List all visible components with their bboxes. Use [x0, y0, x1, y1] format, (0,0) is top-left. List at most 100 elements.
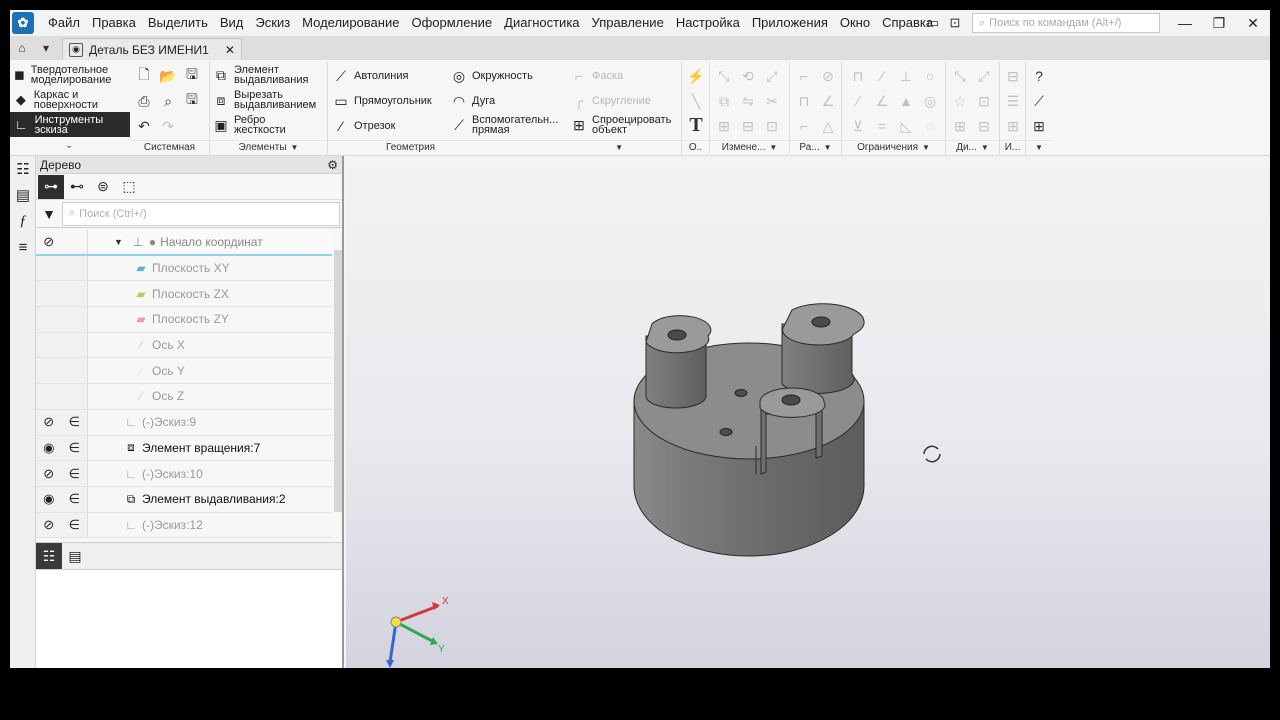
array-icon[interactable]: ⊞	[714, 116, 734, 136]
dimension-icon[interactable]: ⌐	[794, 116, 814, 136]
group-label[interactable]: Геометрия ▼	[328, 140, 681, 154]
build-order-icon[interactable]: ⊷	[64, 175, 90, 199]
screen-capture-icon[interactable]: ⊡	[944, 12, 966, 34]
tree-scrollbar[interactable]	[334, 250, 342, 512]
frame-icon[interactable]: ⊡	[974, 91, 994, 111]
home-icon[interactable]: ⌂	[10, 36, 34, 60]
structure-tree-icon[interactable]: ⊶	[38, 174, 64, 199]
concentric-icon[interactable]: ◎	[920, 91, 940, 111]
star-icon[interactable]: ☆	[950, 91, 970, 111]
minimize-button[interactable]: —	[1168, 10, 1202, 36]
arc-button[interactable]: ◠ Дуга	[450, 92, 495, 110]
collinear-icon[interactable]: ⁄	[848, 91, 868, 111]
tree-row-plane-zx[interactable]: ▰ Плоскость ZX	[36, 281, 332, 308]
rectangle-button[interactable]: ▭ Прямоугольник	[332, 92, 431, 110]
eye-hidden-icon[interactable]: ⊘	[36, 410, 62, 435]
scale-icon[interactable]: ⤢	[762, 66, 782, 86]
tangent-icon[interactable]: ○	[920, 66, 940, 86]
restore-button[interactable]: ❐	[1202, 10, 1236, 36]
tree-row-plane-xy[interactable]: ▰ Плоскость XY	[36, 255, 332, 282]
group-label[interactable]: Ди... ▼	[946, 140, 999, 154]
save-icon[interactable]: 🖫	[182, 66, 202, 86]
properties-tab-icon[interactable]: ▤	[62, 543, 88, 569]
include-icon[interactable]: ∈	[62, 461, 88, 486]
project-object-button[interactable]: ⊞ Спроецировать объект	[570, 115, 682, 136]
category-sketch-tools[interactable]: ∟ Инструменты эскиза	[10, 112, 130, 137]
undo-icon[interactable]: ↶	[134, 116, 154, 136]
coincide-icon[interactable]: ◌	[920, 116, 940, 136]
include-icon[interactable]: ∈	[62, 513, 88, 538]
save-all-icon[interactable]: 🖫	[182, 91, 202, 111]
fillet-button[interactable]: ╭ Скругление	[570, 92, 651, 110]
eye-hidden-icon[interactable]: ⊘	[36, 513, 62, 538]
3d-viewport[interactable]: X Y	[346, 156, 1270, 668]
help-question-icon[interactable]: ?	[1029, 66, 1049, 86]
category-solid-modeling[interactable]: ◼ Твердотельное моделирование	[10, 62, 130, 87]
move-icon[interactable]: ⤡	[714, 66, 734, 86]
group-label[interactable]: Измене... ▼	[710, 140, 789, 154]
tree-row-revolve-7[interactable]: ◉ ∈ ⧈ Элемент вращения:7	[36, 435, 332, 462]
check-icon[interactable]: ⤢	[974, 66, 994, 86]
tree-panel-icon[interactable]: ☷	[10, 156, 36, 182]
parallel-icon[interactable]: ⁄	[872, 66, 892, 86]
menu-diagnostics[interactable]: Диагностика	[498, 10, 585, 36]
autoline-button[interactable]: ⟋ Автолиния	[332, 67, 408, 85]
angle-constraint-icon[interactable]: ∠	[872, 91, 892, 111]
category-wireframe-surfaces[interactable]: ◆ Каркас и поверхности	[10, 87, 130, 112]
tree-row-axis-y[interactable]: ⁄ Ось Y	[36, 358, 332, 385]
include-icon[interactable]: ∈	[62, 487, 88, 512]
tree-row-sketch-10[interactable]: ⊘ ∈ ∟ (-)Эскиз:10	[36, 461, 332, 487]
group-label[interactable]: Ра... ▼	[790, 140, 841, 154]
expand-arrow-icon[interactable]: ▼	[114, 237, 123, 247]
extrude-button[interactable]: ⧉ Элемент выдавливания	[212, 65, 324, 86]
window-layout-icon[interactable]: ▭	[922, 12, 944, 34]
offset-icon[interactable]: ⊡	[762, 116, 782, 136]
properties-panel-icon[interactable]: ▤	[10, 182, 36, 208]
tree-row-axis-z[interactable]: ⁄ Ось Z	[36, 384, 332, 410]
tree-row-sketch-9[interactable]: ⊘ ∈ ∟ (-)Эскиз:9	[36, 409, 332, 436]
equal-icon[interactable]: =	[872, 116, 892, 136]
close-tab-icon[interactable]: ✕	[225, 43, 235, 57]
triangle-icon[interactable]: △	[818, 116, 838, 136]
menu-file[interactable]: Файл	[42, 10, 86, 36]
redo-icon[interactable]: ↷	[158, 116, 178, 136]
diagnose-icon[interactable]: ⤡	[950, 66, 970, 86]
deform-icon[interactable]: ⊟	[738, 116, 758, 136]
trace-icon[interactable]: ╲	[686, 91, 706, 111]
symmetry-icon[interactable]: ▲	[896, 91, 916, 111]
tree-search-input[interactable]: ⌕ Поиск (Ctrl+/)	[62, 201, 340, 226]
group-label[interactable]: Элементы ▼	[210, 140, 327, 154]
menu-management[interactable]: Управление	[586, 10, 670, 36]
measure-icon[interactable]: ⟋	[1029, 91, 1049, 111]
info-icon[interactable]: ⊟	[1003, 66, 1023, 86]
group-label[interactable]: Ограничения ▼	[842, 140, 945, 154]
fix-point-icon[interactable]: ⊓	[848, 66, 868, 86]
perpendicular-icon[interactable]: ⊻	[848, 116, 868, 136]
app-logo-icon[interactable]: ✿	[12, 12, 34, 34]
tree-row-plane-zy[interactable]: ▰ Плоскость ZY	[36, 307, 332, 333]
trim-icon[interactable]: ✂	[762, 91, 782, 111]
new-document-icon[interactable]: 🗋	[134, 66, 154, 86]
segment-button[interactable]: ⁄ Отрезок	[332, 117, 396, 135]
rib-button[interactable]: ▣ Ребро жесткости	[212, 115, 304, 136]
menu-drawing[interactable]: Оформление	[405, 10, 498, 36]
cut-extrude-button[interactable]: ⧈ Вырезать выдавливанием	[212, 90, 326, 111]
layers-icon[interactable]: ≡	[10, 234, 36, 260]
menu-window[interactable]: Окно	[834, 10, 876, 36]
lightning-icon[interactable]: ⚡	[686, 66, 706, 86]
selection-frame-icon[interactable]: ⬚	[116, 175, 142, 199]
circle-button[interactable]: ◎ Окружность	[450, 67, 533, 85]
eye-hidden-icon[interactable]: ⊘	[36, 230, 62, 254]
menu-settings[interactable]: Настройка	[670, 10, 746, 36]
horizontal-icon[interactable]: ◺	[896, 116, 916, 136]
variables-icon[interactable]: ⊞	[1029, 116, 1049, 136]
menu-edit[interactable]: Правка	[86, 10, 142, 36]
grid-icon[interactable]: ⊟	[974, 116, 994, 136]
corner-icon[interactable]: ⌐	[794, 66, 814, 86]
rotate-icon[interactable]: ⟲	[738, 66, 758, 86]
gear-icon[interactable]: ⚙	[327, 158, 338, 172]
menu-sketch[interactable]: Эскиз	[249, 10, 296, 36]
copy-icon[interactable]: ⧉	[714, 91, 734, 111]
text-tool-icon[interactable]: T	[686, 114, 706, 136]
variables-fx-icon[interactable]: ƒ	[10, 208, 36, 234]
